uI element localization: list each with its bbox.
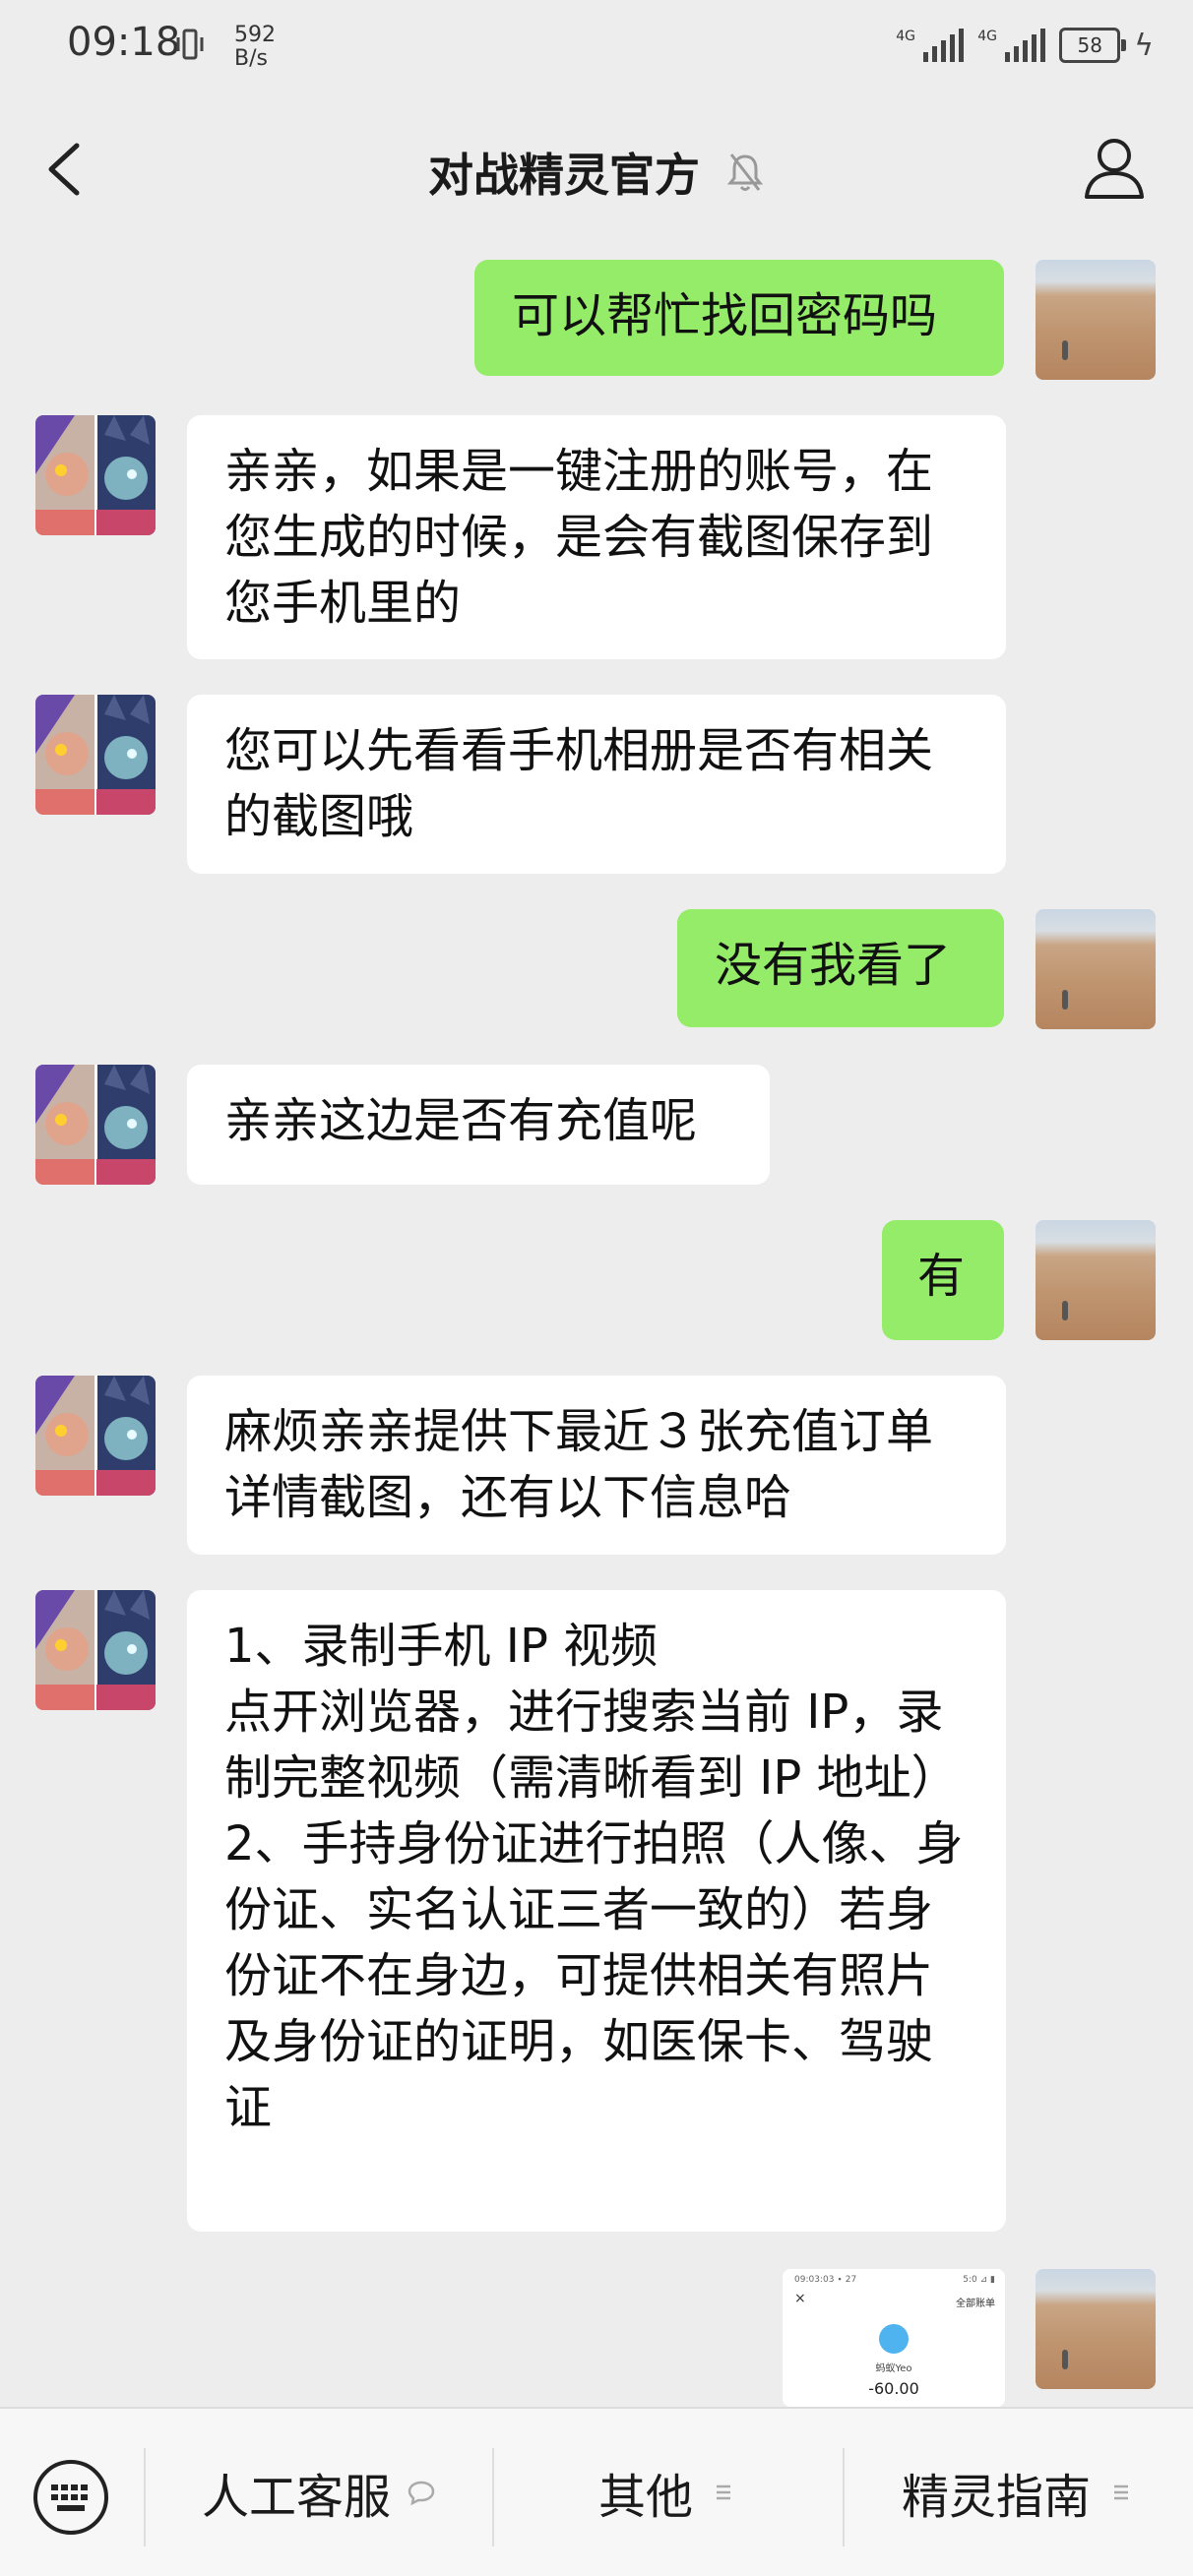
menu-tab-other[interactable]: 其他	[494, 2409, 843, 2576]
official-avatar[interactable]	[35, 1590, 156, 1710]
signal-icon-sim1: 4G	[896, 29, 965, 62]
my-avatar[interactable]	[1036, 1220, 1156, 1340]
status-right: 4G 4G 58 ϟ	[896, 28, 1154, 63]
network-speed-value: 592	[234, 23, 276, 47]
image-bill-link: 全部账单	[956, 2299, 995, 2309]
game-characters-icon	[35, 1590, 156, 1710]
official-avatar[interactable]	[35, 415, 156, 535]
menu-tab-human-service[interactable]: 人工客服	[146, 2409, 492, 2576]
game-characters-icon	[35, 1065, 156, 1185]
my-avatar[interactable]	[1036, 260, 1156, 380]
game-characters-icon	[35, 695, 156, 815]
menu-tab-guide[interactable]: 精灵指南	[845, 2409, 1193, 2576]
menu-tab-label: 精灵指南	[901, 2470, 1091, 2525]
message-bubble-received[interactable]: 您可以先看看手机相册是否有相关的截图哦	[187, 695, 1006, 874]
message-bubble-received[interactable]: 亲亲这边是否有充值呢	[187, 1065, 770, 1185]
mute-bell-icon	[726, 153, 764, 191]
image-merchant: 蚂蚁Yeo	[875, 2363, 912, 2374]
network-speed-unit: B/s	[234, 46, 268, 71]
image-message[interactable]: 09:03:03 ∙ 27 5:0 ⊿ ▮ × 全部账单 蚂蚁Yeo -60.0…	[783, 2269, 1005, 2407]
merchant-logo-icon	[879, 2324, 909, 2354]
keyboard-icon[interactable]	[31, 2458, 110, 2537]
official-avatar[interactable]	[35, 1065, 156, 1185]
bottom-menu-bar: 人工客服 其他 精灵指南	[0, 2407, 1193, 2576]
my-avatar[interactable]	[1036, 909, 1156, 1029]
my-avatar[interactable]	[1036, 2269, 1156, 2389]
chat-title-area: 对战精灵官方	[0, 140, 1193, 205]
message-bubble-received[interactable]: 1、录制手机 IP 视频 点开浏览器，进行搜索当前 IP，录制完整视频（需清晰看…	[187, 1590, 1006, 2232]
image-close-icon: ×	[794, 2291, 806, 2306]
battery-level: 58	[1077, 33, 1102, 57]
status-bar: 09:18 592 B/s 4G 4G 58 ϟ	[0, 0, 1193, 98]
menu-tab-label: 其他	[597, 2470, 693, 2525]
official-avatar[interactable]	[35, 1376, 156, 1496]
chat-bubble-icon	[408, 2481, 435, 2506]
signal-icon-sim2: 4G	[977, 29, 1046, 62]
game-characters-icon	[35, 415, 156, 535]
message-bubble-received[interactable]: 亲亲，如果是一键注册的账号，在您生成的时候，是会有截图保存到您手机里的	[187, 415, 1006, 659]
chat-header: 对战精灵官方	[0, 98, 1193, 241]
image-status-time: 09:03:03 ∙ 27	[794, 2275, 857, 2285]
submenu-icon	[717, 2484, 730, 2500]
message-bubble-sent[interactable]: 有	[882, 1220, 1004, 1340]
message-bubble-sent[interactable]: 可以帮忙找回密码吗	[474, 260, 1004, 376]
menu-tab-label: 人工客服	[201, 2470, 391, 2525]
submenu-icon	[1114, 2484, 1128, 2500]
vibrate-icon	[176, 29, 204, 60]
battery-icon: 58	[1059, 28, 1127, 63]
official-avatar[interactable]	[35, 695, 156, 815]
network-speed: 592 B/s	[234, 24, 276, 71]
chat-title: 对战精灵官方	[428, 149, 700, 202]
message-bubble-sent[interactable]: 没有我看了	[677, 909, 1004, 1027]
image-amount: -60.00	[868, 2379, 919, 2398]
status-time: 09:18	[67, 20, 181, 65]
profile-icon[interactable]	[1083, 136, 1146, 201]
game-characters-icon	[35, 1376, 156, 1496]
charging-icon: ϟ	[1134, 28, 1154, 63]
sim2-label: 4G	[977, 29, 997, 44]
message-bubble-received[interactable]: 麻烦亲亲提供下最近３张充值订单详情截图，还有以下信息哈	[187, 1376, 1006, 1555]
sim1-label: 4G	[896, 29, 915, 44]
image-status-icons: 5:0 ⊿ ▮	[963, 2275, 995, 2285]
